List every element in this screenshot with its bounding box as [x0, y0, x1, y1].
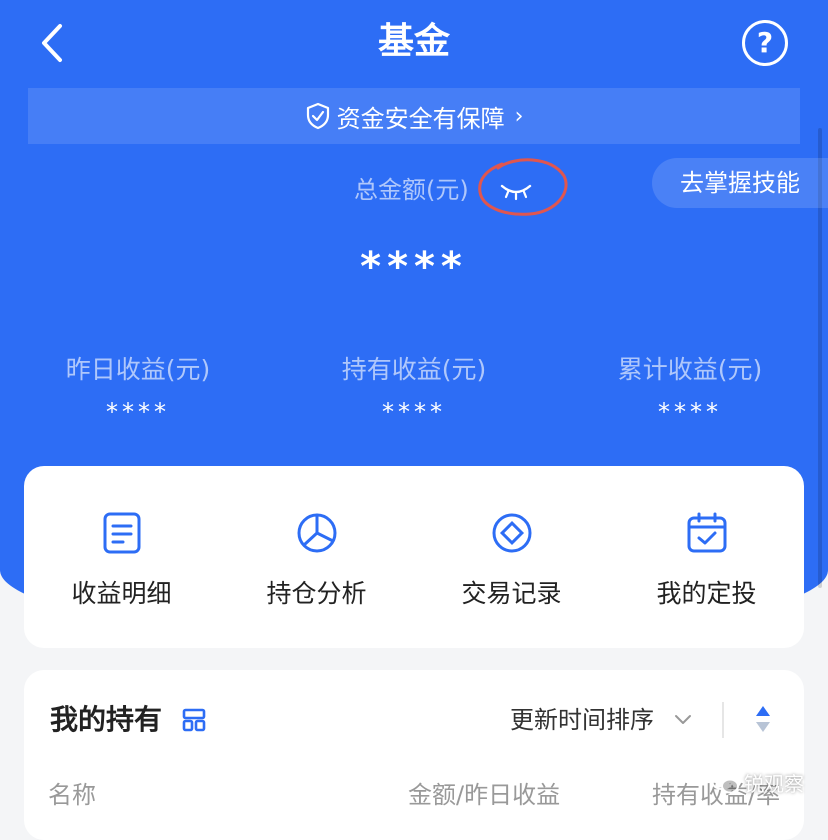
help-icon: ?	[756, 26, 774, 59]
record-icon	[492, 513, 532, 553]
stat-holding-earnings: 持有收益(元) ****	[294, 352, 534, 426]
stat-label: 昨日收益(元)	[65, 355, 211, 384]
quick-action-trade-records[interactable]: 交易记录	[414, 466, 609, 648]
quick-action-label: 我的定投	[656, 579, 757, 608]
stat-value: ****	[658, 398, 722, 426]
page-title: 基金	[377, 21, 450, 62]
document-icon	[103, 512, 141, 554]
stat-value: ****	[106, 398, 170, 426]
annotation-circle	[478, 158, 568, 216]
shield-check-icon	[306, 102, 329, 130]
quick-action-earnings-detail[interactable]: 收益明细	[24, 466, 219, 648]
stat-cumulative-earnings: 累计收益(元) ****	[570, 352, 810, 426]
quick-action-position-analysis[interactable]: 持仓分析	[219, 466, 414, 648]
quick-action-label: 交易记录	[461, 579, 562, 608]
watermark: 锐观察	[710, 768, 804, 797]
security-banner-label: 资金安全有保障	[336, 104, 505, 133]
quick-action-my-auto-invest[interactable]: 我的定投	[609, 466, 804, 648]
calendar-check-icon	[687, 512, 727, 553]
help-button[interactable]: ?	[742, 20, 788, 66]
stat-value: ****	[382, 398, 446, 426]
stat-yesterday-earnings: 昨日收益(元) ****	[18, 352, 258, 426]
security-banner[interactable]: 资金安全有保障 ›	[28, 88, 800, 144]
holdings-card: 我的持有 更新时间排序 名称 金额/昨日收益 持有收益/率	[24, 670, 804, 840]
sort-order-icon[interactable]	[754, 704, 772, 734]
total-amount-value: ****	[360, 244, 468, 290]
stat-label: 累计收益(元)	[617, 355, 763, 384]
quick-action-label: 收益明细	[71, 579, 172, 608]
total-amount-label: 总金额(元)	[354, 176, 469, 204]
layout-grid-icon[interactable]	[182, 708, 206, 732]
column-header-name[interactable]: 名称	[48, 778, 96, 812]
chevron-down-icon[interactable]	[674, 714, 692, 726]
quick-actions-card: 收益明细 持仓分析 交易记录 我的定投	[24, 466, 804, 648]
pie-chart-icon	[297, 513, 337, 553]
quick-action-label: 持仓分析	[266, 579, 367, 608]
divider	[722, 702, 724, 738]
wechat-icon	[711, 771, 739, 793]
watermark-label: 锐观察	[744, 772, 804, 796]
sort-select[interactable]: 更新时间排序	[510, 702, 654, 738]
holdings-title: 我的持有	[50, 703, 163, 736]
chevron-right-icon: ›	[514, 103, 524, 129]
stat-label: 持有收益(元)	[341, 355, 487, 384]
skill-pill-button[interactable]: 去掌握技能	[652, 158, 828, 208]
column-header-amount[interactable]: 金额/昨日收益	[408, 778, 560, 812]
